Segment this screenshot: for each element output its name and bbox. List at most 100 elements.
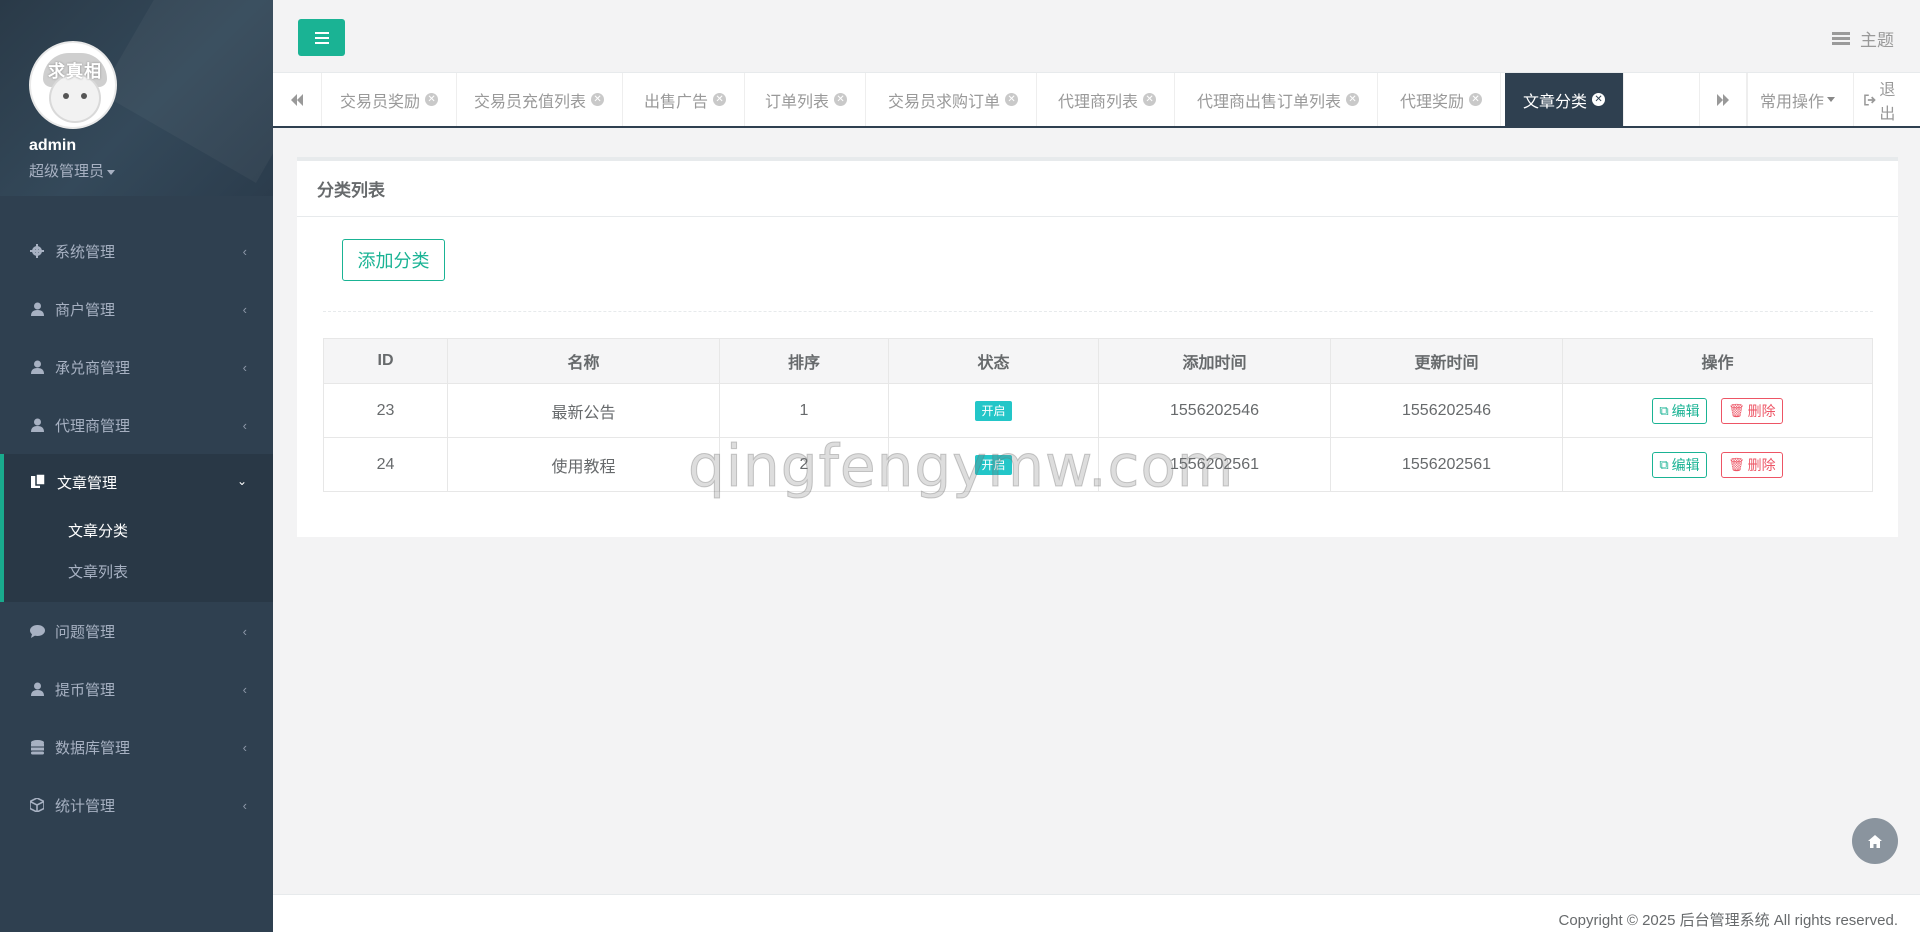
close-icon[interactable]: ✕: [425, 93, 439, 106]
sidebar: 求真相 admin 超级管理员 系统管理 ‹ 商户管理 ‹ 承兑商管理 ‹ 代理…: [0, 0, 273, 932]
column-header-sort: 排序: [719, 338, 889, 384]
sidebar-subitem-article-list[interactable]: 文章列表: [4, 551, 273, 592]
sidebar-item-articles[interactable]: 文章管理 ⌄: [4, 454, 273, 510]
page-tabs: 交易员奖励 ✕ 交易员充值列表 ✕ 出售广告 ✕ 订单列表 ✕ 交易员求购订单 ✕ 代理商…: [273, 73, 1920, 128]
database-icon: [29, 739, 45, 755]
column-header-name: 名称: [447, 338, 720, 384]
tab-orders[interactable]: 订单列表 ✕: [747, 73, 867, 126]
edit-button[interactable]: ⧉ 编辑: [1652, 397, 1707, 424]
tab-label: 文章分类: [1523, 93, 1588, 111]
sidebar-item-label: 承兑商管理: [55, 359, 131, 377]
delete-button[interactable]: 🗑 删除: [1721, 397, 1783, 424]
close-icon[interactable]: ✕: [1469, 93, 1483, 106]
menu-toggle-button[interactable]: [298, 19, 345, 56]
add-category-button[interactable]: 添加分类: [342, 239, 445, 281]
sidebar-item-database[interactable]: 数据库管理 ‹: [0, 718, 273, 776]
chevron-left-icon: ‹: [242, 798, 247, 813]
hamburger-icon: [314, 31, 329, 34]
close-icon[interactable]: ✕: [713, 93, 727, 106]
tab-trader-buy-orders[interactable]: 交易员求购订单 ✕: [870, 73, 1038, 126]
category-table: ID 名称 排序 状态 添加时间 更新时间 操作 23 最新公告 1 开启 15…: [323, 338, 1873, 492]
tab-sell-ads[interactable]: 出售广告 ✕: [626, 73, 746, 126]
tab-agent-list[interactable]: 代理商列表 ✕: [1040, 73, 1176, 126]
close-icon[interactable]: ✕: [591, 93, 605, 106]
edit-label: 编辑: [1671, 402, 1700, 419]
tab-label: 代理商出售订单列表: [1197, 93, 1342, 111]
close-icon[interactable]: ✕: [1592, 93, 1606, 106]
caret-down-icon: [1827, 97, 1836, 102]
chevron-down-icon: ⌄: [236, 474, 247, 488]
theme-button[interactable]: 主题: [1832, 26, 1894, 51]
category-list-panel: 分类列表 添加分类 ID 名称 排序 状态 添加时间 更新时间 操作 23 最新…: [297, 157, 1898, 537]
sidebar-item-merchant[interactable]: 商户管理 ‹: [0, 280, 273, 338]
theme-label: 主题: [1860, 31, 1894, 50]
status-badge: 开启: [975, 454, 1012, 475]
chevron-left-icon: ‹: [242, 624, 247, 639]
tab-agent-reward[interactable]: 代理奖励 ✕: [1382, 73, 1502, 126]
common-operations-label: 常用操作: [1760, 93, 1825, 111]
close-icon[interactable]: ✕: [1346, 93, 1360, 106]
user-role-dropdown[interactable]: 超级管理员: [29, 160, 116, 181]
logout-button[interactable]: 退出: [1853, 73, 1920, 126]
sidebar-item-label: 商户管理: [55, 301, 116, 319]
sidebar-item-questions[interactable]: 问题管理 ‹: [0, 602, 273, 660]
sidebar-item-label: 代理商管理: [55, 417, 131, 435]
chevron-left-icon: ‹: [242, 302, 247, 317]
sidebar-item-withdraw[interactable]: 提币管理 ‹: [0, 660, 273, 718]
sidebar-item-system[interactable]: 系统管理 ‹: [0, 222, 273, 280]
tab-trader-recharge[interactable]: 交易员充值列表 ✕: [456, 73, 624, 126]
cell-id: 24: [323, 437, 448, 492]
cell-id: 23: [323, 383, 448, 438]
cell-actions: ⧉ 编辑 🗑 删除: [1562, 437, 1873, 492]
tab-article-category[interactable]: 文章分类 ✕: [1505, 73, 1625, 126]
sidebar-subitem-article-category[interactable]: 文章分类: [4, 510, 273, 551]
user-icon: [29, 417, 45, 433]
edit-button[interactable]: ⧉ 编辑: [1652, 451, 1707, 478]
tabs-scroll-left-button[interactable]: [273, 73, 322, 126]
avatar-eye: [81, 93, 87, 99]
edit-icon: ⧉: [1659, 402, 1669, 418]
common-operations-dropdown[interactable]: 常用操作: [1747, 73, 1847, 126]
cell-created: 1556202561: [1098, 437, 1331, 492]
top-navbar: 主题: [273, 0, 1920, 73]
tabs-scroll-right-button[interactable]: [1699, 73, 1747, 126]
avatar[interactable]: 求真相: [29, 41, 117, 129]
cell-status: 开启: [888, 383, 1099, 438]
sidebar-item-label: 系统管理: [55, 243, 116, 261]
user-role-label: 超级管理员: [29, 163, 105, 180]
sidebar-item-statistics[interactable]: 统计管理 ‹: [0, 776, 273, 834]
sidebar-item-label: 数据库管理: [55, 739, 131, 757]
delete-label: 删除: [1747, 456, 1776, 473]
double-chevron-right-icon: [1717, 93, 1729, 106]
tab-label: 出售广告: [644, 93, 709, 111]
tab-agent-sell-orders[interactable]: 代理商出售订单列表 ✕: [1179, 73, 1379, 126]
delete-button[interactable]: 🗑 删除: [1721, 451, 1783, 478]
column-header-id: ID: [323, 338, 448, 384]
copy-icon: [31, 474, 47, 490]
sidebar-item-agent[interactable]: 代理商管理 ‹: [0, 396, 273, 454]
user-icon: [29, 301, 45, 317]
tab-label: 交易员奖励: [340, 93, 421, 111]
close-icon[interactable]: ✕: [1143, 93, 1157, 106]
home-button[interactable]: [1852, 818, 1898, 864]
close-icon[interactable]: ✕: [1005, 93, 1019, 106]
tab-label: 交易员充值列表: [474, 93, 587, 111]
avatar-eye: [63, 93, 69, 99]
sidebar-item-acceptor[interactable]: 承兑商管理 ‹: [0, 338, 273, 396]
sidebar-item-label: 文章管理: [57, 474, 118, 492]
close-icon[interactable]: ✕: [834, 93, 848, 106]
column-header-actions: 操作: [1562, 338, 1873, 384]
status-badge: 开启: [975, 400, 1012, 421]
chevron-left-icon: ‹: [242, 360, 247, 375]
username: admin: [29, 137, 77, 154]
table-header-row: ID 名称 排序 状态 添加时间 更新时间 操作: [323, 338, 1873, 384]
cell-actions: ⧉ 编辑 🗑 删除: [1562, 383, 1873, 438]
sidebar-item-label: 统计管理: [55, 797, 116, 815]
copyright-text: Copyright © 2025 后台管理系统 All rights reser…: [1558, 912, 1898, 929]
logout-label: 退出: [1879, 81, 1896, 123]
tab-label: 代理奖励: [1400, 93, 1465, 111]
tab-trader-reward[interactable]: 交易员奖励 ✕: [322, 73, 458, 126]
cell-name: 最新公告: [447, 383, 720, 438]
sign-out-icon: [1864, 93, 1876, 106]
